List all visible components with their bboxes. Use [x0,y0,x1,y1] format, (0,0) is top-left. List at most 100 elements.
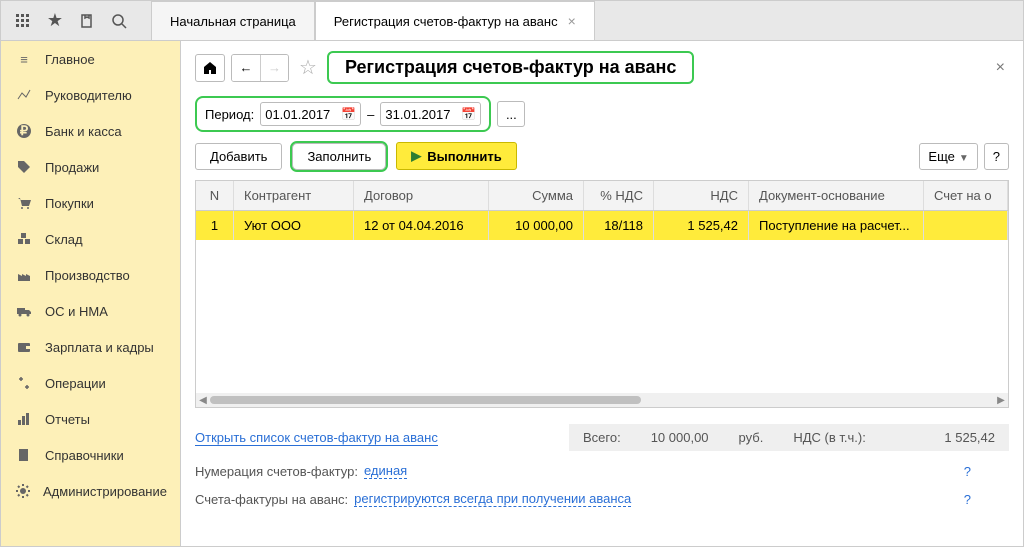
sidebar-item-label: Справочники [45,448,124,463]
date-from-input[interactable]: 📅 [260,102,361,126]
sidebar-item-label: Операции [45,376,106,391]
scroll-thumb[interactable] [210,396,641,404]
sidebar-item-label: Покупки [45,196,94,211]
period-label: Период: [205,107,254,122]
th-vatpct[interactable]: % НДС [584,181,654,210]
period-highlighted: Период: 📅 – 📅 [195,96,491,132]
numbering-link[interactable]: единая [364,463,407,479]
bars-icon [15,410,33,428]
content: ← → ☆ Регистрация счетов-фактур на аванс… [181,41,1023,546]
play-icon: ▶ [411,148,421,164]
th-vat[interactable]: НДС [654,181,749,210]
th-n[interactable]: N [196,181,234,210]
run-button[interactable]: ▶ Выполнить [396,142,516,170]
star-icon[interactable]: ★ [45,11,65,31]
th-contract[interactable]: Договор [354,181,489,210]
td-n: 1 [196,211,234,240]
sidebar-item-production[interactable]: Производство [1,257,180,293]
apps-icon[interactable] [13,11,33,31]
calendar-icon[interactable]: 📅 [341,107,356,121]
table-row[interactable]: 1 Уют ООО 12 от 04.04.2016 10 000,00 18/… [196,211,1008,240]
tab-invoices[interactable]: Регистрация счетов-фактур на аванс × [315,1,595,40]
scroll-right-icon[interactable]: ▶ [994,395,1008,406]
open-list-link[interactable]: Открыть список счетов-фактур на аванс [195,430,438,446]
sidebar-item-warehouse[interactable]: Склад [1,221,180,257]
sidebar-item-purchases[interactable]: Покупки [1,185,180,221]
sidebar-item-salary[interactable]: Зарплата и кадры [1,329,180,365]
footer: Открыть список счетов-фактур на аванс Вс… [195,418,1009,513]
sidebar-item-bank[interactable]: ₽ Банк и касса [1,113,180,149]
td-contract: 12 от 04.04.2016 [354,211,489,240]
more-label: Еще [928,149,954,164]
top-toolbar: ★ Начальная страница Регистрация счетов-… [1,1,1023,41]
th-doc[interactable]: Документ-основание [749,181,924,210]
page-title: Регистрация счетов-фактур на аванс [327,51,694,84]
period-more-button[interactable]: ... [497,101,525,127]
boxes-icon [15,230,33,248]
sidebar-item-catalogs[interactable]: Справочники [1,437,180,473]
sidebar-item-label: Банк и касса [45,124,122,139]
run-label: Выполнить [427,149,501,164]
nav-back-forward: ← → [231,54,289,82]
help-button[interactable]: ? [984,143,1009,170]
td-acc [924,211,1008,240]
data-table: N Контрагент Договор Сумма % НДС НДС Док… [195,180,1009,408]
period-dash: – [367,107,374,122]
fill-button[interactable]: Заполнить [292,143,386,170]
book-icon [15,446,33,464]
chevron-down-icon: ▼ [959,153,969,164]
sidebar-item-manager[interactable]: Руководителю [1,77,180,113]
table-header: N Контрагент Договор Сумма % НДС НДС Док… [196,181,1008,211]
th-sum[interactable]: Сумма [489,181,584,210]
tab-label: Регистрация счетов-фактур на аванс [334,14,558,29]
date-from-field[interactable] [265,107,337,122]
forward-button[interactable]: → [260,55,288,81]
calendar-icon[interactable]: 📅 [461,107,476,121]
invoice-label: Счета-фактуры на аванс: [195,492,348,507]
totals-bar: Всего: 10 000,00 руб. НДС (в т.ч.): 1 52… [569,424,1009,451]
sidebar-item-operations[interactable]: Операции [1,365,180,401]
td-doc: Поступление на расчет... [749,211,924,240]
help-link[interactable]: ? [964,464,1009,479]
sidebar-item-sales[interactable]: Продажи [1,149,180,185]
invoice-link[interactable]: регистрируются всегда при получении аван… [354,491,631,507]
totals-sum: 10 000,00 [651,430,709,445]
th-counter[interactable]: Контрагент [234,181,354,210]
home-button[interactable] [195,54,225,82]
sidebar-item-admin[interactable]: Администрирование [1,473,180,509]
sidebar-item-assets[interactable]: ОС и НМА [1,293,180,329]
td-vatpct: 18/118 [584,211,654,240]
td-vat: 1 525,42 [654,211,749,240]
history-icon[interactable] [77,11,97,31]
back-button[interactable]: ← [232,55,260,81]
menu-icon: ≡ [15,50,33,68]
scroll-left-icon[interactable]: ◀ [196,395,210,406]
help-link[interactable]: ? [964,492,1009,507]
tab-home[interactable]: Начальная страница [151,1,315,40]
ruble-icon: ₽ [15,122,33,140]
sidebar-item-main[interactable]: ≡Главное [1,41,180,77]
totals-rub: руб. [739,430,764,445]
close-page-button[interactable]: × [992,59,1009,77]
sidebar-item-label: Склад [45,232,83,247]
sidebar: ≡Главное Руководителю ₽ Банк и касса Прод… [1,41,181,546]
sidebar-item-label: Администрирование [43,484,167,499]
date-to-input[interactable]: 📅 [380,102,481,126]
more-button[interactable]: Еще ▼ [919,143,977,170]
sidebar-item-label: Отчеты [45,412,90,427]
svg-text:₽: ₽ [20,123,29,138]
cart-icon [15,194,33,212]
th-acc[interactable]: Счет на о [924,181,1008,210]
close-icon[interactable]: × [568,13,576,29]
truck-icon [15,302,33,320]
horizontal-scrollbar[interactable]: ◀ ▶ [196,393,1008,407]
search-icon[interactable] [109,11,129,31]
numbering-label: Нумерация счетов-фактур: [195,464,358,479]
date-to-field[interactable] [385,107,457,122]
sidebar-item-label: Руководителю [45,88,132,103]
sidebar-item-reports[interactable]: Отчеты [1,401,180,437]
favorite-star-icon[interactable]: ☆ [299,55,317,80]
wallet-icon [15,338,33,356]
sidebar-item-label: Производство [45,268,130,283]
add-button[interactable]: Добавить [195,143,282,170]
